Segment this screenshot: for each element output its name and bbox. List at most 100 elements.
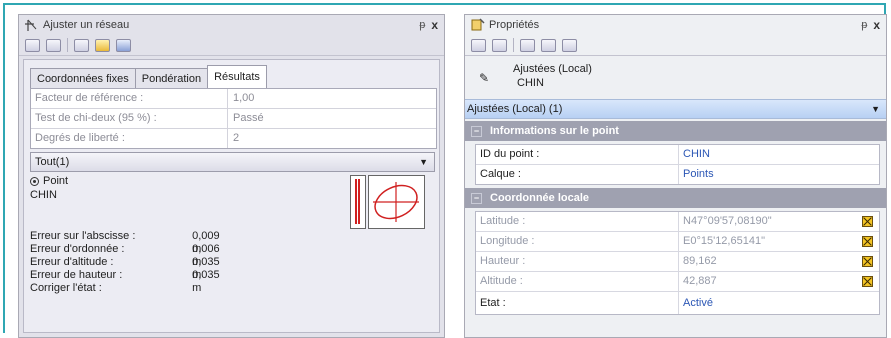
error-value: 0,006 m [192,243,220,268]
object-selector-dropdown[interactable]: Ajustées (Local) (1) ▼ [465,99,886,119]
property-value: 89,162 [683,255,717,267]
toolbar-separator [67,38,68,52]
pencil-icon: ✎ [479,71,490,85]
collapse-icon[interactable]: − [471,125,482,137]
tab-results[interactable]: Résultats [207,65,267,88]
network-icon [25,19,37,31]
tab-strip: Coordonnées fixes Pondération Résultats [30,65,267,88]
chevron-down-icon: ▼ [871,104,880,114]
property-row: Calque : Points [476,165,879,184]
property-row: ID du point : CHIN [476,145,879,165]
tab-weighting[interactable]: Pondération [134,68,209,88]
pin-icon[interactable]: ᵽ [861,19,867,31]
toolbar-separator [513,38,514,52]
object-selector-value: Ajustées (Local) (1) [467,103,563,115]
chevron-down-icon: ▼ [419,157,428,167]
error-label: Erreur d'altitude : [30,256,114,268]
results-row-value: 2 [233,132,240,144]
properties-body: ✎ Ajustées (Local) CHIN Ajustées (Local)… [465,59,886,318]
point-info-grid: ID du point : CHIN Calque : Points [475,144,880,185]
locked-icon [862,256,873,267]
results-row-value: Passé [233,112,264,124]
property-label: Etat : [476,292,679,314]
results-row: Test de chi-deux (95 %) : Passé [31,109,436,129]
property-row: Longitude : E0°15'12,65141" [476,232,879,252]
alphabetical-button[interactable] [562,38,577,52]
section-title: Informations sur le point [490,125,619,137]
property-label: Longitude : [476,232,679,251]
right-panel-title: Propriétés [489,19,540,31]
locked-icon [862,216,873,227]
section-title: Coordonnée locale [490,192,590,204]
results-row: Degrés de liberté : 2 [31,129,436,148]
property-value: N47°09'57,08190" [683,215,772,227]
collapse-icon[interactable]: − [471,192,482,204]
remove-button[interactable] [116,38,131,52]
filter-value: Tout(1) [35,156,70,168]
right-titlebar: Propriétés ᵽ x [465,15,886,35]
error-row: Erreur d'ordonnée : 0,006 m [30,243,230,268]
results-row: Facteur de référence : 1,00 [31,89,436,109]
tab-fixed-coordinates[interactable]: Coordonnées fixes [30,68,136,88]
view-button[interactable] [492,38,507,52]
left-panel-title: Ajuster un réseau [43,19,130,31]
filter-button[interactable] [471,38,486,52]
right-toolbar [465,35,886,56]
selected-object: ✎ Ajustées (Local) CHIN [465,59,886,99]
adjust-network-panel: Ajuster un réseau ᵽ x Coordonnées fixes … [18,14,445,338]
property-label: Latitude : [476,212,679,231]
error-label: Erreur sur l'abscisse : [30,230,136,242]
results-row-label: Facteur de référence : [31,89,228,108]
locked-icon [862,236,873,247]
error-value: 0,009 m [192,230,220,255]
section-point-info[interactable]: − Informations sur le point [465,121,886,141]
property-value: E0°15'12,65141" [683,235,765,247]
locked-icon [862,276,873,287]
property-label: ID du point : [476,145,679,164]
property-row: Etat : Activé [476,292,879,314]
report-button[interactable] [95,38,110,52]
results-row-label: Test de chi-deux (95 %) : [31,109,228,128]
error-label: Corriger l'état : [30,282,102,294]
property-label: Hauteur : [476,252,679,271]
error-ellipse-view [368,175,425,229]
error-list: Erreur sur l'abscisse : 0,009 m Erreur d… [30,230,230,295]
left-toolbar [19,35,444,56]
error-value: 0,035 m [192,269,220,294]
property-value[interactable]: Points [679,165,714,184]
sort-desc-button[interactable] [541,38,556,52]
selected-name: CHIN [517,77,544,89]
error-ellipse-icon [373,182,419,222]
error-label: Erreur de hauteur : [30,269,123,281]
section-local-coordinates[interactable]: − Coordonnée locale [465,188,886,208]
point-errors-area: Point CHIN Erreur sur l'abscisse : 0,009… [30,173,435,331]
results-area: Coordonnées fixes Pondération Résultats … [23,59,440,333]
property-value[interactable]: CHIN [679,145,710,164]
state-value[interactable]: Activé [679,292,713,314]
sort-button[interactable] [520,38,535,52]
coordinates-grid: Latitude : N47°09'57,08190" Longitude : … [475,211,880,315]
filter-dropdown[interactable]: Tout(1) ▼ [30,152,435,172]
property-row: Hauteur : 89,162 [476,252,879,272]
error-ellipse-display [350,175,436,230]
left-titlebar: Ajuster un réseau ᵽ x [19,15,444,35]
new-adjust-button[interactable] [25,38,40,52]
results-row-value: 1,00 [233,92,255,104]
close-icon[interactable]: x [873,18,880,32]
point-radio[interactable]: Point [30,175,68,187]
properties-panel: Propriétés ᵽ x ✎ Ajustées (Local) CHIN A… [464,14,887,338]
results-row-label: Degrés de liberté : [31,129,228,148]
pin-icon[interactable]: ᵽ [419,19,425,31]
point-radio-label: Point [43,175,69,187]
properties-icon [471,18,485,31]
radio-icon [30,176,39,186]
selected-type: Ajustées (Local) [513,63,592,75]
error-row: Erreur sur l'abscisse : 0,009 m [30,230,230,255]
options-button[interactable] [46,38,61,52]
compute-button[interactable] [74,38,89,52]
error-value: 0,035 m [192,256,220,281]
property-value: 42,887 [683,275,717,287]
close-icon[interactable]: x [431,18,438,32]
results-grid: Facteur de référence : 1,00 Test de chi-… [30,88,437,149]
error-row: Erreur de hauteur : 0,035 m [30,269,230,294]
